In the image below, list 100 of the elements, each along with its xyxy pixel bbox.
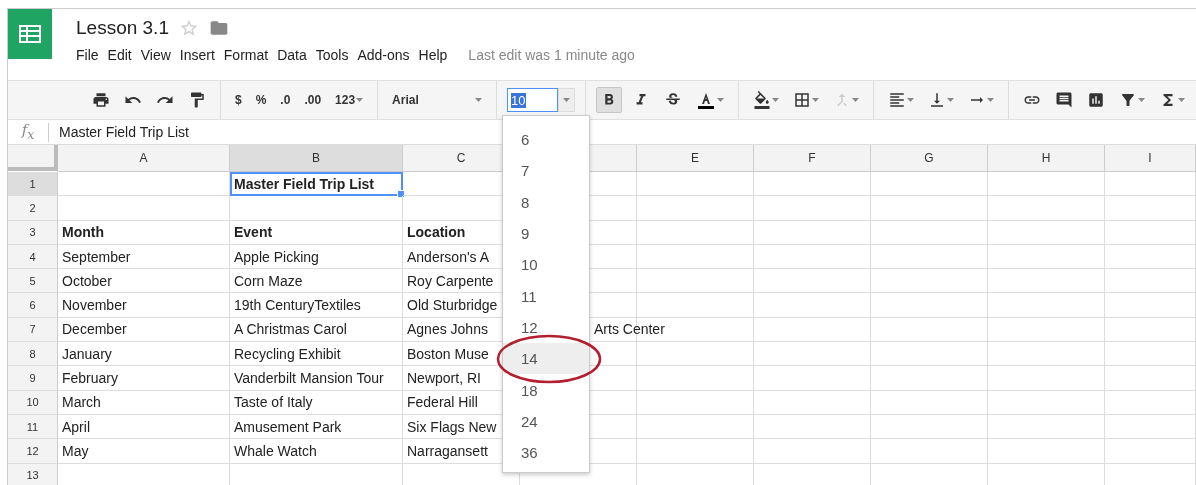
table-cell[interactable] xyxy=(1105,439,1196,464)
table-cell[interactable] xyxy=(1105,196,1196,221)
table-cell[interactable] xyxy=(871,293,988,318)
row-header[interactable]: 13 xyxy=(8,463,58,485)
table-cell[interactable] xyxy=(637,293,754,318)
table-cell[interactable]: Amusement Park xyxy=(230,414,403,440)
table-cell[interactable] xyxy=(871,317,988,343)
font-select[interactable]: Arial xyxy=(388,87,487,113)
table-cell[interactable] xyxy=(58,196,230,221)
table-cell[interactable] xyxy=(988,293,1105,318)
table-cell[interactable] xyxy=(754,293,871,318)
table-cell[interactable] xyxy=(988,269,1105,294)
column-header[interactable]: I xyxy=(1105,145,1196,172)
font-size-dropdown-button[interactable] xyxy=(558,88,576,112)
active-cell[interactable]: Master Field Trip List xyxy=(230,172,403,197)
menu-item[interactable]: Tools xyxy=(315,45,358,65)
table-cell[interactable] xyxy=(871,414,988,440)
table-cell[interactable] xyxy=(988,196,1105,221)
menu-item[interactable]: View xyxy=(140,45,180,65)
menu-item[interactable]: Data xyxy=(277,45,316,65)
decrease-decimals-button[interactable]: .0 xyxy=(276,87,295,113)
table-cell[interactable] xyxy=(871,196,988,221)
table-cell[interactable] xyxy=(1105,220,1196,245)
row-header[interactable]: 7 xyxy=(8,317,58,343)
table-cell[interactable]: Corn Maze xyxy=(230,269,403,294)
table-cell[interactable] xyxy=(1105,342,1196,367)
table-cell[interactable] xyxy=(871,342,988,367)
format-button[interactable]: $ xyxy=(231,87,246,113)
table-cell[interactable] xyxy=(1105,390,1196,415)
menu-option[interactable]: 14 xyxy=(503,343,589,375)
folder-icon[interactable] xyxy=(208,18,229,38)
column-header[interactable]: B xyxy=(230,145,403,172)
row-header[interactable]: 2 xyxy=(8,196,58,221)
table-cell[interactable]: Month xyxy=(58,220,230,245)
table-cell[interactable]: May xyxy=(58,439,230,464)
table-cell[interactable] xyxy=(1105,293,1196,318)
menu-item[interactable]: Help xyxy=(418,45,457,65)
table-cell[interactable] xyxy=(754,172,871,197)
table-cell[interactable]: December xyxy=(58,317,230,343)
row-header[interactable]: 10 xyxy=(8,390,58,415)
table-cell[interactable] xyxy=(637,220,754,245)
table-cell[interactable] xyxy=(637,342,754,367)
table-cell[interactable]: February xyxy=(58,366,230,391)
document-title[interactable]: Lesson 3.1 xyxy=(76,17,169,39)
table-cell[interactable] xyxy=(1105,244,1196,270)
table-cell[interactable] xyxy=(988,244,1105,270)
table-cell[interactable]: Whale Watch xyxy=(230,439,403,464)
table-cell[interactable] xyxy=(871,172,988,197)
table-cell[interactable] xyxy=(871,439,988,464)
table-cell[interactable] xyxy=(754,390,871,415)
table-cell[interactable] xyxy=(754,269,871,294)
table-cell[interactable] xyxy=(988,317,1105,343)
table-cell[interactable]: November xyxy=(58,293,230,318)
fill-handle[interactable] xyxy=(397,190,405,199)
row-header[interactable]: 5 xyxy=(8,269,58,294)
table-cell[interactable] xyxy=(988,390,1105,415)
menu-item[interactable]: Insert xyxy=(179,45,224,65)
row-header[interactable]: 1 xyxy=(8,172,58,197)
table-cell[interactable] xyxy=(754,317,871,343)
table-cell[interactable]: Taste of Italy xyxy=(230,390,403,415)
table-cell[interactable] xyxy=(988,366,1105,391)
table-cell[interactable] xyxy=(754,414,871,440)
table-cell[interactable]: Event xyxy=(230,220,403,245)
table-cell[interactable] xyxy=(637,390,754,415)
table-cell[interactable]: Apple Picking xyxy=(230,244,403,270)
row-header[interactable]: 3 xyxy=(8,220,58,245)
table-cell[interactable]: 19th CenturyTextiles xyxy=(230,293,403,318)
row-header[interactable]: 9 xyxy=(8,366,58,391)
table-cell[interactable] xyxy=(754,220,871,245)
menu-item[interactable]: Format xyxy=(223,45,278,65)
table-cell[interactable] xyxy=(230,196,403,221)
column-header[interactable]: H xyxy=(988,145,1105,172)
table-cell[interactable] xyxy=(637,244,754,270)
table-cell[interactable] xyxy=(637,414,754,440)
table-cell[interactable] xyxy=(1105,269,1196,294)
table-cell[interactable] xyxy=(754,244,871,270)
table-cell[interactable]: September xyxy=(58,244,230,270)
column-header[interactable]: G xyxy=(871,145,988,172)
table-cell[interactable] xyxy=(754,439,871,464)
table-cell[interactable] xyxy=(1105,172,1196,197)
row-header[interactable]: 4 xyxy=(8,244,58,270)
table-cell[interactable] xyxy=(637,269,754,294)
table-cell[interactable] xyxy=(1105,366,1196,391)
table-cell[interactable] xyxy=(988,439,1105,464)
menu-option[interactable]: 8 xyxy=(503,186,589,218)
increase-decimals-button[interactable]: .00 xyxy=(300,87,326,113)
format-button[interactable]: % xyxy=(251,87,271,113)
table-cell[interactable] xyxy=(754,366,871,391)
menu-item[interactable]: Edit xyxy=(107,45,141,65)
sheets-logo[interactable] xyxy=(8,9,52,59)
table-cell[interactable] xyxy=(988,220,1105,245)
table-cell[interactable]: Vanderbilt Mansion Tour xyxy=(230,366,403,391)
table-cell[interactable] xyxy=(1105,317,1196,343)
table-cell[interactable]: April xyxy=(58,414,230,440)
table-cell[interactable] xyxy=(1105,414,1196,440)
last-edit-text[interactable]: Last edit was 1 minute ago xyxy=(468,47,635,63)
table-cell[interactable] xyxy=(871,220,988,245)
table-cell[interactable] xyxy=(637,366,754,391)
menu-item[interactable]: Add-ons xyxy=(357,45,419,65)
menu-item[interactable]: File xyxy=(76,45,108,65)
